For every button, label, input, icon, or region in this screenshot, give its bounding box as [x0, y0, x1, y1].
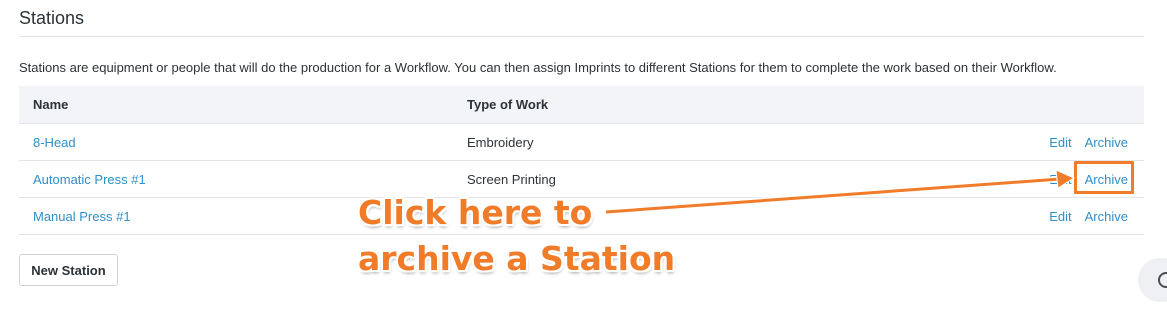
page-title: Stations: [19, 8, 85, 28]
station-name-link[interactable]: 8-Head: [33, 135, 76, 150]
edit-link[interactable]: Edit: [1049, 135, 1071, 150]
new-station-button[interactable]: New Station: [19, 254, 118, 286]
station-name-link[interactable]: Manual Press #1: [33, 209, 131, 224]
archive-link[interactable]: Archive: [1085, 135, 1128, 150]
edit-link[interactable]: Edit: [1049, 172, 1071, 187]
edit-link[interactable]: Edit: [1049, 209, 1071, 224]
station-type-of-work: Embroidery: [467, 134, 534, 150]
help-circle-icon: [1158, 272, 1167, 288]
table-header: Name Type of Work: [19, 86, 1144, 124]
station-name-link[interactable]: Automatic Press #1: [33, 172, 146, 187]
row-actions: Edit Archive: [1049, 209, 1128, 224]
row-actions: Edit Archive: [1049, 135, 1128, 150]
column-header-type-of-work: Type of Work: [467, 97, 549, 112]
archive-link[interactable]: Archive: [1085, 209, 1128, 224]
callout-line-1: Click here to: [358, 193, 593, 232]
callout-line-2: archive a Station: [358, 239, 676, 278]
table-row: 8-Head Embroidery Edit Archive: [19, 124, 1144, 161]
station-type-of-work: Screen Printing: [467, 171, 556, 187]
column-header-name: Name: [33, 97, 69, 112]
title-divider: [19, 36, 1144, 37]
page-description: Stations are equipment or people that wi…: [19, 60, 1057, 75]
annotation-callout: Click here to archive a Station: [358, 190, 675, 282]
archive-highlight-box: [1074, 161, 1134, 194]
